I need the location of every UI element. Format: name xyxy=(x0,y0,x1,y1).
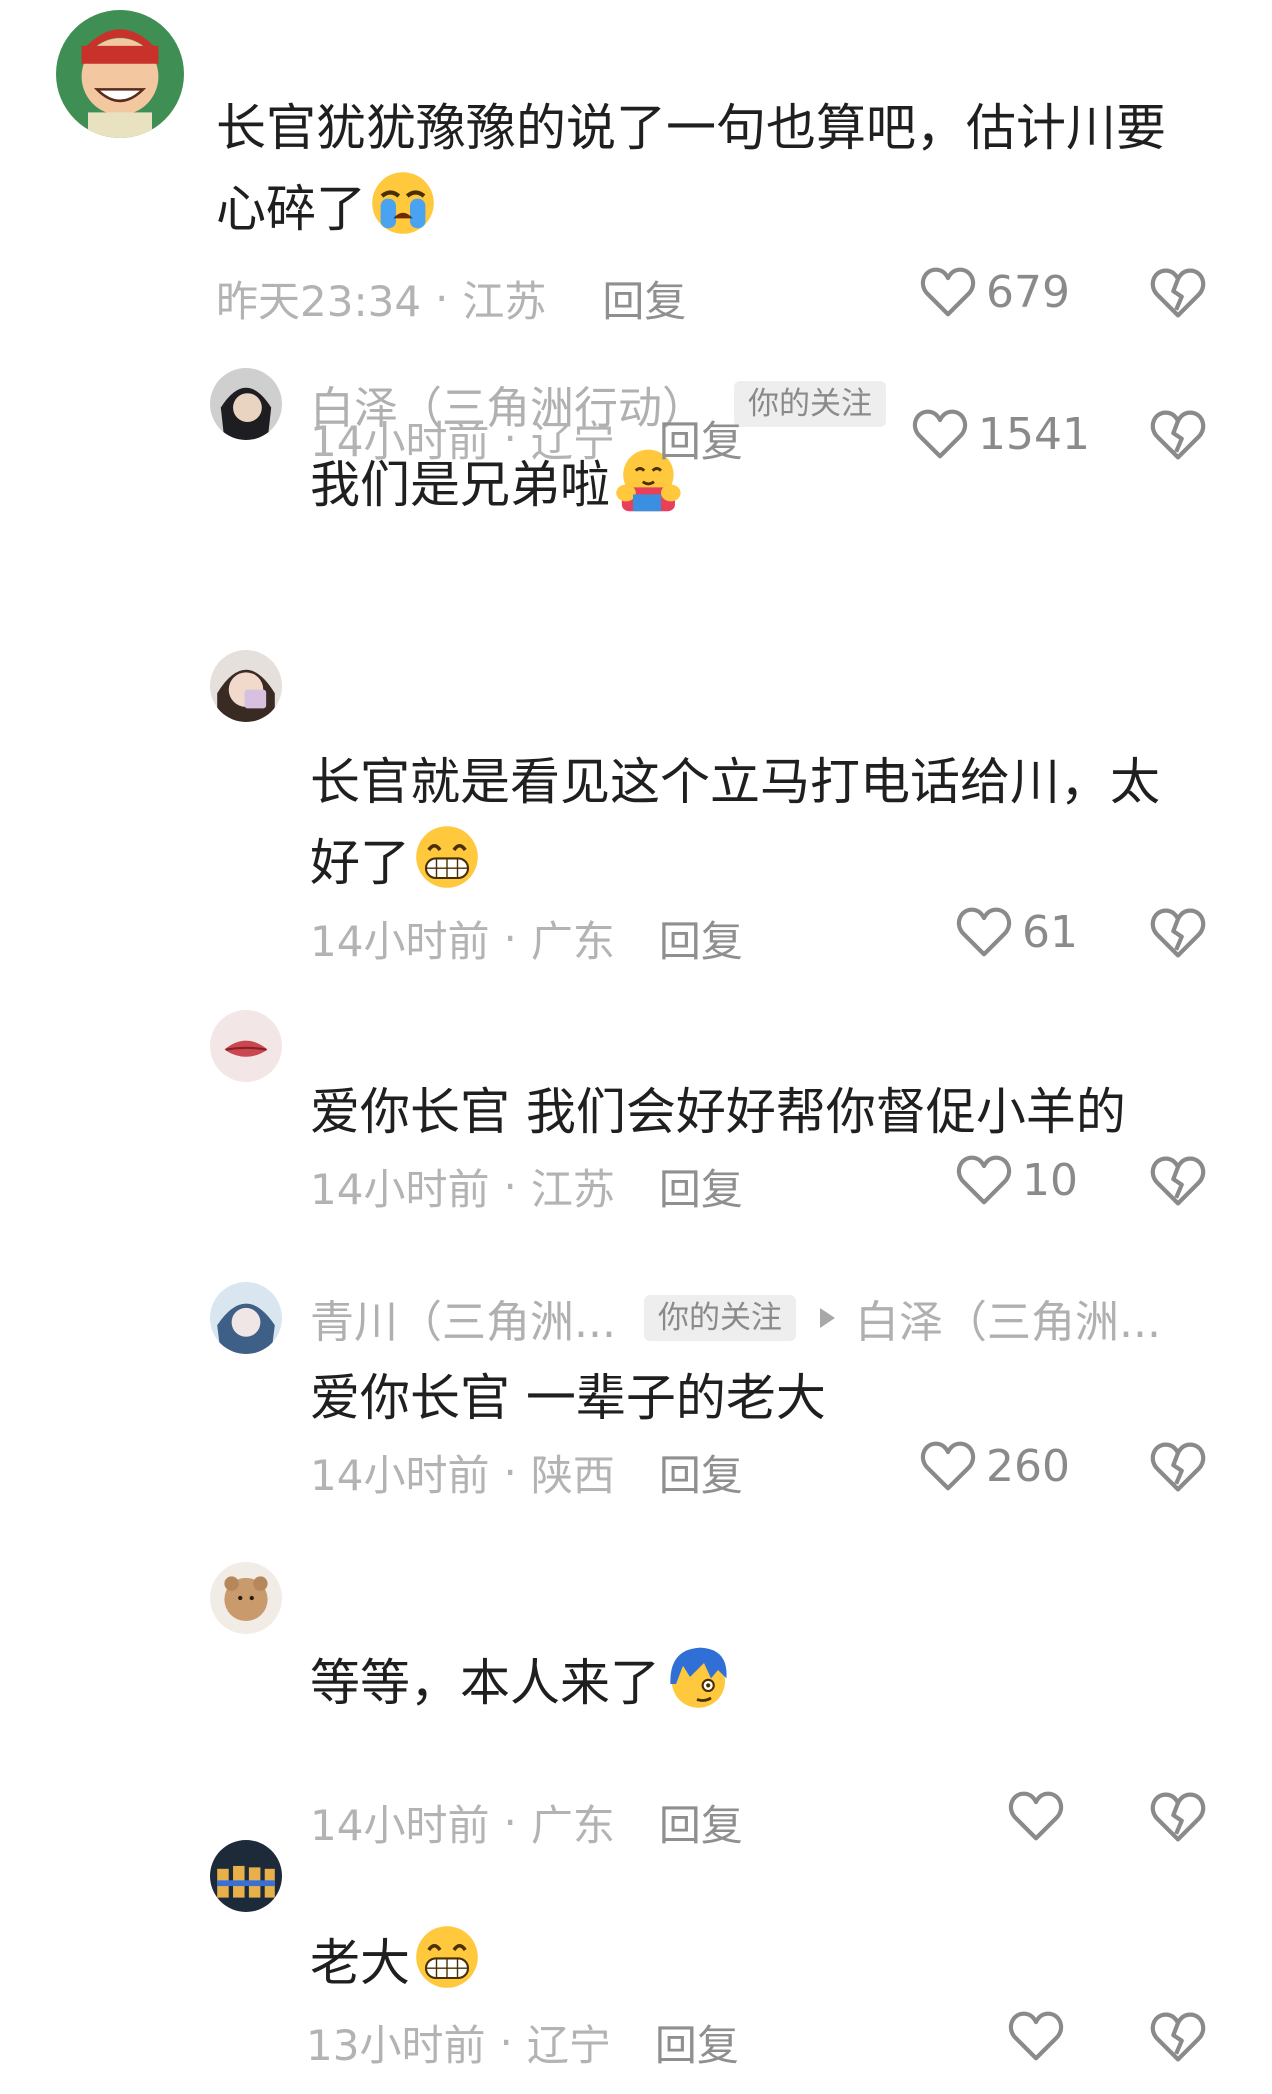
like-button[interactable]: 1541 xyxy=(912,408,1090,460)
like-count: 10 xyxy=(1022,1154,1078,1206)
comment-item: 长官就是看见这个立马打电话给川，太 好了 14小时前 · 广东 回复 61 xyxy=(0,630,1272,966)
like-button[interactable]: 10 xyxy=(956,1154,1078,1206)
comment-time: 14小时前 xyxy=(310,1165,490,1214)
comment-time: 14小时前 xyxy=(310,417,490,466)
following-badge: 你的关注 xyxy=(734,380,886,428)
heart-icon xyxy=(920,1441,976,1491)
like-button[interactable]: 679 xyxy=(920,266,1070,318)
avatar[interactable] xyxy=(210,1282,282,1354)
dislike-button[interactable] xyxy=(1150,906,1206,960)
comment-text: 爱你长官 我们会好好帮你督促小羊的 xyxy=(310,1083,1126,1141)
username-row: 青川（三角洲... 你的关注 白泽（三角洲... xyxy=(310,1286,1161,1350)
broken-heart-icon xyxy=(1150,268,1206,318)
comment-text: 老大 xyxy=(310,1922,482,2003)
following-badge: 你的关注 xyxy=(643,1294,796,1342)
like-button[interactable]: 260 xyxy=(920,1440,1070,1492)
dislike-button[interactable] xyxy=(1150,1154,1206,1208)
reply-button[interactable]: 回复 xyxy=(659,408,743,469)
avatar[interactable] xyxy=(210,1010,282,1082)
comment-meta: 14小时前 · 陕西 回复 xyxy=(310,1442,743,1503)
broken-heart-icon xyxy=(1150,1156,1206,1206)
like-count: 679 xyxy=(986,266,1070,318)
comment-item: 爱你长官 我们会好好帮你督促小羊的 14小时前 · 江苏 回复 10 xyxy=(0,960,1272,1250)
like-button[interactable] xyxy=(1008,2010,1074,2062)
broken-heart-icon xyxy=(1150,1442,1206,1492)
broken-heart-icon xyxy=(1150,2012,1206,2062)
username[interactable]: 青川（三角洲... xyxy=(310,1286,616,1350)
comment-item: 白泽（三角洲行动） 你的关注 我们是兄弟啦 14小时前 · 辽宁 回复 1541 xyxy=(0,330,1272,630)
comment-text: 爱你长官 一辈子的老大 xyxy=(310,1369,826,1427)
heart-icon xyxy=(956,1155,1012,1205)
avatar[interactable] xyxy=(210,650,282,722)
comment-location: 江苏 xyxy=(530,1165,615,1214)
comment-meta: 13小时前 · 辽宁 回复 xyxy=(306,2012,739,2073)
like-count: 61 xyxy=(1022,906,1078,958)
avatar[interactable] xyxy=(210,368,282,440)
avatar[interactable] xyxy=(56,10,184,138)
heart-icon xyxy=(1008,2011,1064,2061)
comment-meta: 昨天23:34 · 江苏 回复 xyxy=(216,268,686,329)
comment-meta: 14小时前 · 辽宁 回复 xyxy=(310,408,743,469)
grinning-face-icon xyxy=(412,1922,482,1992)
heart-icon xyxy=(920,267,976,317)
heart-icon xyxy=(956,907,1012,957)
reply-arrow-icon xyxy=(819,1308,835,1328)
reply-to-username[interactable]: 白泽（三角洲... xyxy=(855,1286,1161,1350)
reply-button[interactable]: 回复 xyxy=(659,1156,743,1217)
comment-item: 青川（三角洲... 你的关注 白泽（三角洲... 爱你长官 一辈子的老大 14小… xyxy=(0,1250,1272,1530)
comment-location: 辽宁 xyxy=(526,2021,611,2070)
crying-face-icon xyxy=(368,168,438,238)
comment-location: 辽宁 xyxy=(530,417,615,466)
dislike-button[interactable] xyxy=(1150,1440,1206,1494)
comment-time: 昨天23:34 xyxy=(216,277,422,326)
reply-button[interactable]: 回复 xyxy=(602,268,686,329)
dislike-button[interactable] xyxy=(1150,408,1206,462)
reply-button[interactable]: 回复 xyxy=(659,1442,743,1503)
avatar[interactable] xyxy=(210,1562,282,1634)
comment-time: 14小时前 xyxy=(310,1451,490,1500)
comment-item: 长官犹犹豫豫的说了一句也算吧，估计川要 心碎了 昨天23:34 · 江苏 回复 … xyxy=(0,0,1272,330)
comment-meta: 14小时前 · 江苏 回复 xyxy=(310,1156,743,1217)
comment-location: 江苏 xyxy=(462,277,547,326)
comment-text: 长官犹犹豫豫的说了一句也算吧，估计川要 心碎了 xyxy=(216,99,1166,238)
like-count: 260 xyxy=(986,1440,1070,1492)
like-button[interactable]: 61 xyxy=(956,906,1078,958)
dislike-button[interactable] xyxy=(1150,2010,1206,2064)
broken-heart-icon xyxy=(1150,410,1206,460)
comment-time: 13小时前 xyxy=(306,2021,486,2070)
comment-text: 长官就是看见这个立马打电话给川，太 好了 xyxy=(310,753,1160,892)
avatar[interactable] xyxy=(210,1840,282,1912)
reply-button[interactable]: 回复 xyxy=(655,2012,739,2073)
grinning-face-icon xyxy=(412,822,482,892)
comment-item: 老大 13小时前 · 辽宁 回复 xyxy=(0,1830,1272,2094)
comment-text: 等等，本人来了 xyxy=(310,1642,732,1723)
broken-heart-icon xyxy=(1150,908,1206,958)
like-count: 1541 xyxy=(978,408,1090,460)
blue-hair-face-icon xyxy=(662,1642,732,1712)
comment-item: 等等，本人来了 14小时前 · 广东 回复 xyxy=(0,1530,1272,1850)
heart-icon xyxy=(912,409,968,459)
dislike-button[interactable] xyxy=(1150,266,1206,320)
comment-location: 陕西 xyxy=(530,1451,615,1500)
